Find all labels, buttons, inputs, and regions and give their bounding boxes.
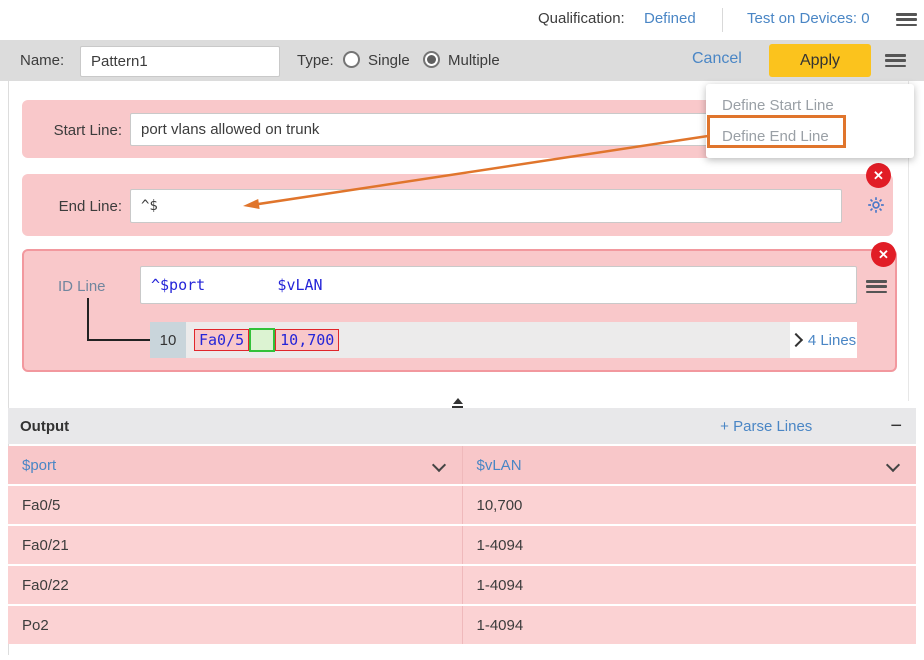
table-cell: Fa0/5 bbox=[8, 485, 462, 525]
sample-line-number: 10 bbox=[150, 322, 186, 358]
end-line-label: End Line: bbox=[30, 198, 122, 215]
output-table-body: Fa0/510,700Fa0/211-4094Fa0/221-4094Po21-… bbox=[8, 485, 916, 644]
id-line-menu-icon[interactable] bbox=[866, 280, 887, 293]
type-label: Type: bbox=[297, 52, 334, 69]
radio-single[interactable] bbox=[343, 51, 360, 68]
cancel-button[interactable]: Cancel bbox=[692, 50, 742, 68]
id-line-label: ID Line bbox=[58, 278, 106, 295]
output-title: Output bbox=[20, 418, 69, 435]
table-cell: 1-4094 bbox=[462, 565, 916, 605]
parse-lines-button[interactable]: + Parse Lines bbox=[720, 418, 812, 435]
topbar-menu-icon[interactable] bbox=[896, 13, 917, 26]
chevron-right-icon bbox=[789, 333, 803, 347]
output-table: $port $vLAN Fa0/510,700Fa0/211-4094Fa0/2… bbox=[8, 446, 916, 644]
id-line-connector-vertical bbox=[87, 298, 89, 340]
end-line-settings-gear-icon[interactable] bbox=[865, 194, 887, 221]
radio-multiple-label[interactable]: Multiple bbox=[448, 52, 500, 69]
qualification-value-link[interactable]: Defined bbox=[644, 0, 696, 38]
collapse-output-button[interactable]: − bbox=[890, 416, 902, 436]
table-cell: Po2 bbox=[8, 605, 462, 644]
name-label: Name: bbox=[20, 52, 64, 69]
id-line-input[interactable]: ^$port $vLAN bbox=[140, 266, 857, 304]
match-token-port: Fa0/5 bbox=[194, 329, 249, 351]
qualification-label: Qualification: bbox=[538, 0, 625, 38]
table-row[interactable]: Fa0/510,700 bbox=[8, 485, 916, 525]
header-menu-icon[interactable] bbox=[885, 54, 906, 67]
column-header-vlan[interactable]: $vLAN bbox=[462, 446, 916, 485]
sample-line-bar: Fa0/5 10,700 bbox=[186, 322, 790, 358]
table-row[interactable]: Fa0/221-4094 bbox=[8, 565, 916, 605]
end-line-input[interactable]: ^$ bbox=[130, 189, 842, 223]
table-cell: 1-4094 bbox=[462, 525, 916, 565]
chevron-down-icon[interactable] bbox=[886, 458, 900, 472]
apply-button[interactable]: Apply bbox=[769, 44, 871, 77]
id-line-connector-horizontal bbox=[87, 339, 150, 341]
expand-lines-label: 4 Lines bbox=[808, 332, 856, 349]
column-header-port[interactable]: $port bbox=[8, 446, 462, 485]
output-header-bar: Output + Parse Lines − bbox=[8, 408, 916, 444]
table-row[interactable]: Fa0/211-4094 bbox=[8, 525, 916, 565]
table-cell: Fa0/22 bbox=[8, 565, 462, 605]
table-cell: 10,700 bbox=[462, 485, 916, 525]
radio-multiple[interactable] bbox=[423, 51, 440, 68]
match-token-vlan: 10,700 bbox=[275, 329, 339, 351]
end-line-delete-icon[interactable]: ✕ bbox=[866, 163, 891, 188]
test-on-devices-link[interactable]: Test on Devices: 0 bbox=[747, 0, 870, 38]
table-cell: 1-4094 bbox=[462, 605, 916, 644]
output-table-header-row: $port $vLAN bbox=[8, 446, 916, 485]
table-row[interactable]: Po21-4094 bbox=[8, 605, 916, 644]
name-input[interactable]: Pattern1 bbox=[80, 46, 280, 77]
annotation-highlight-box bbox=[707, 115, 846, 148]
topbar-divider bbox=[722, 8, 723, 32]
pattern-editor-window: Qualification: Defined Test on Devices: … bbox=[0, 0, 924, 660]
radio-single-label[interactable]: Single bbox=[368, 52, 410, 69]
chevron-down-icon[interactable] bbox=[431, 458, 445, 472]
expand-lines-button[interactable]: 4 Lines bbox=[790, 322, 857, 358]
collapse-panel-icon[interactable] bbox=[452, 398, 463, 408]
id-line-delete-icon[interactable]: ✕ bbox=[871, 242, 896, 267]
table-cell: Fa0/21 bbox=[8, 525, 462, 565]
start-line-label: Start Line: bbox=[30, 122, 122, 139]
match-gap-token bbox=[249, 328, 275, 352]
